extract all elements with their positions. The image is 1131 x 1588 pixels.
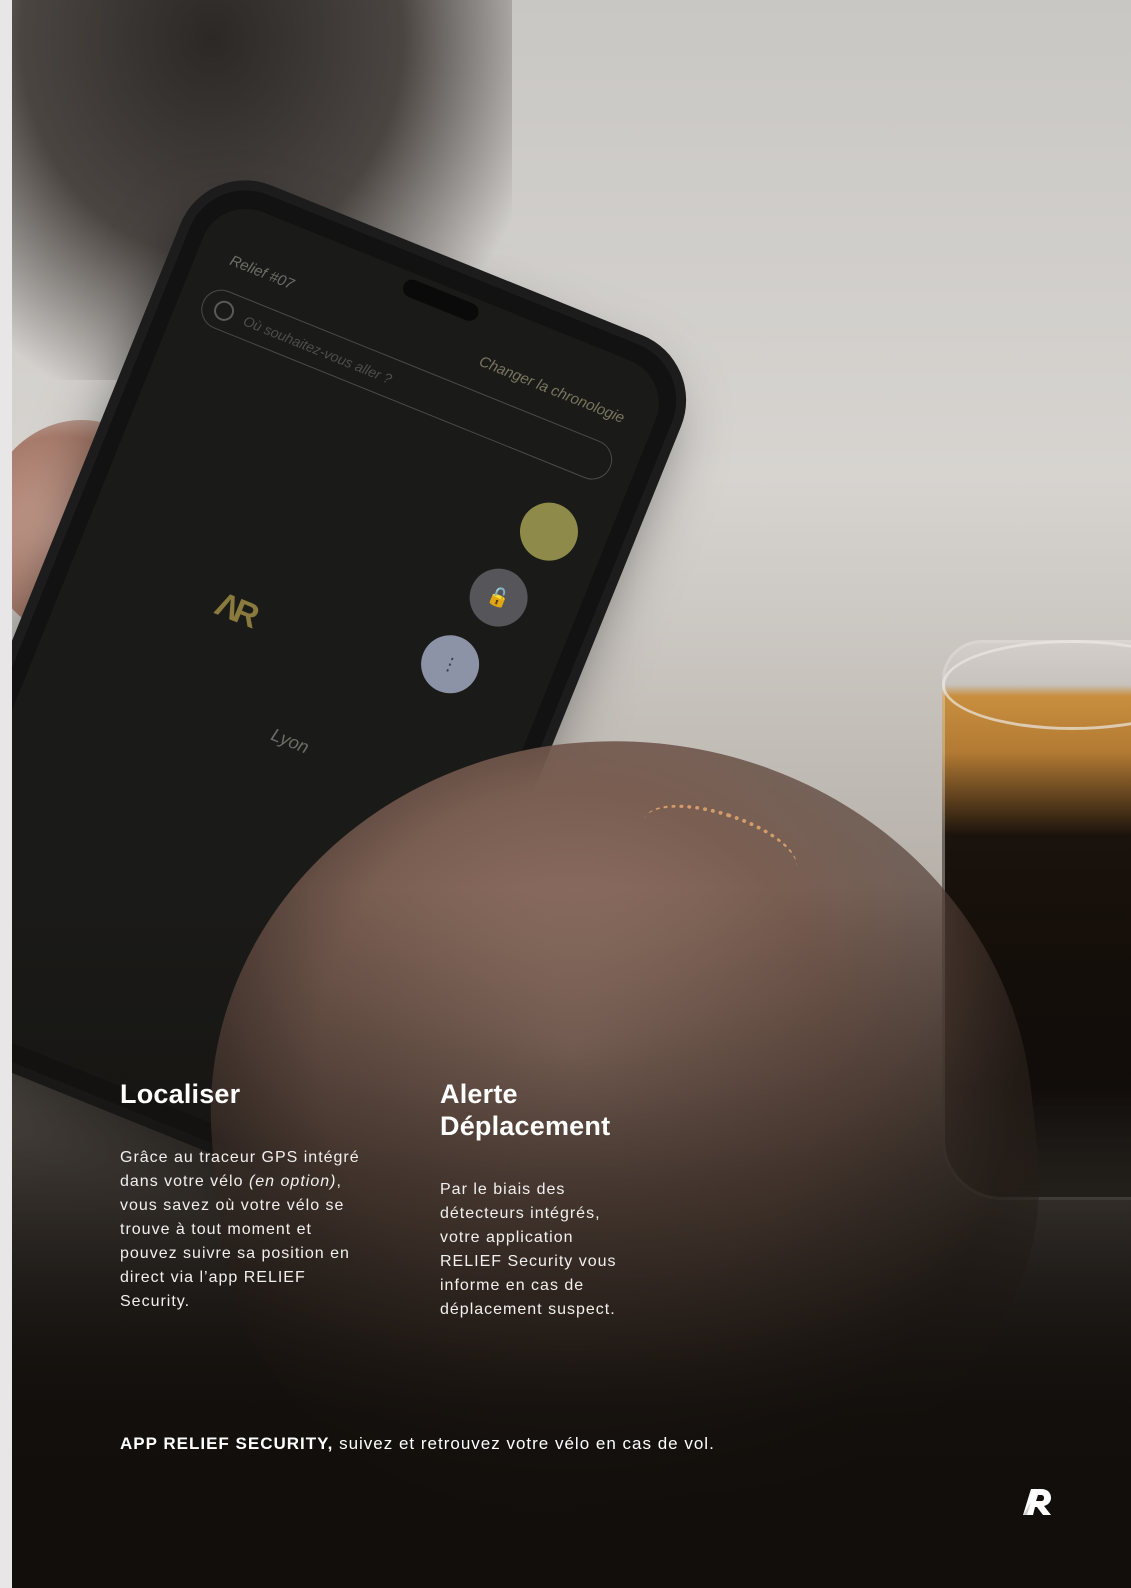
target-icon (211, 297, 238, 324)
section-title: Localiser (120, 1079, 241, 1109)
search-placeholder: Où souhaitez-vous aller ? (241, 312, 395, 387)
section-title: Alerte Déplacement (440, 1079, 611, 1141)
map-city-label: Lyon (268, 724, 312, 758)
section-alerte-deplacement: Alerte Déplacement Par le biais des déte… (440, 1078, 640, 1322)
relief-logo-icon (1023, 1489, 1051, 1515)
phone-notch (400, 276, 482, 324)
fab-yellow-button (511, 493, 587, 570)
tagline: APP RELIEF SECURITY, suivez et retrouvez… (120, 1433, 1020, 1455)
app-logo-icon: ΛR (210, 584, 261, 635)
tagline-rest: suivez et retrouvez votre vélo en cas de… (333, 1434, 715, 1453)
more-icon: ⋮ (412, 626, 488, 703)
page: Relief #07 Changer la chronologie Où sou… (12, 0, 1131, 1588)
section-body: Grâce au traceur GPS intégré dans votre … (120, 1149, 360, 1310)
app-title: Relief #07 (227, 252, 297, 294)
section-localiser: Localiser Grâce au traceur GPS intégré d… (120, 1078, 370, 1314)
unlock-icon: 🔓 (460, 559, 537, 636)
tagline-bold: APP RELIEF SECURITY, (120, 1434, 334, 1453)
option-note: (en option) (248, 1173, 337, 1190)
section-body: Par le biais des détecteurs intégrés, vo… (440, 1181, 617, 1318)
